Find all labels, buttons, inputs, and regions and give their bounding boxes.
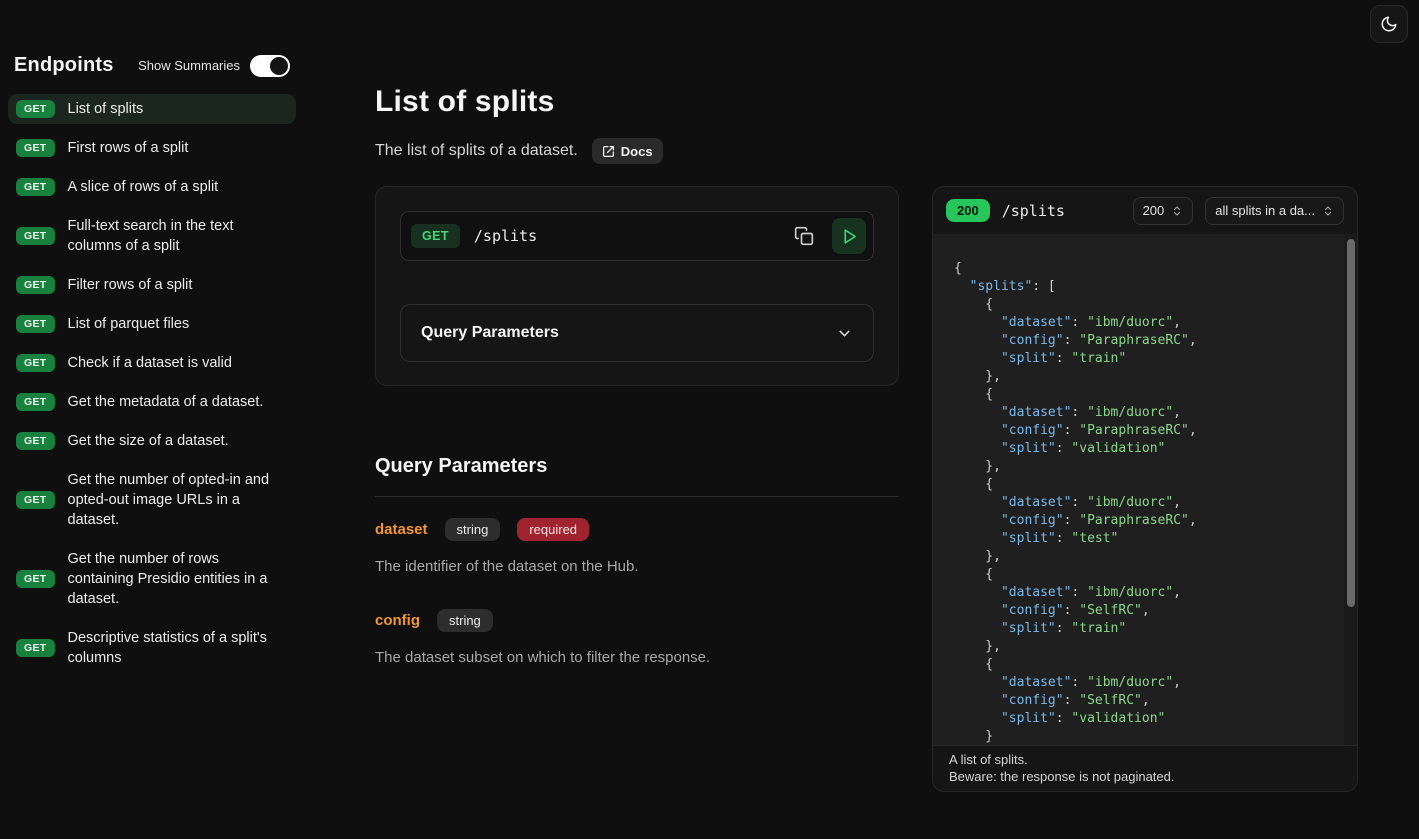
sidebar-item[interactable]: GET List of parquet files xyxy=(8,309,296,339)
docs-button[interactable]: Docs xyxy=(592,138,663,164)
sidebar-item[interactable]: GET List of splits xyxy=(8,94,296,124)
sidebar-item[interactable]: GET Get the metadata of a dataset. xyxy=(8,387,296,417)
method-badge: GET xyxy=(16,639,55,657)
param-type-badge: string xyxy=(437,609,493,632)
sidebar-item[interactable]: GET Full-text search in the text columns … xyxy=(8,211,296,261)
status-badge: 200 xyxy=(946,199,990,222)
copy-button[interactable] xyxy=(790,222,818,250)
response-path: /splits xyxy=(1002,202,1121,220)
status-code-select[interactable]: 200 xyxy=(1133,197,1194,225)
show-summaries-label: Show Summaries xyxy=(138,58,240,73)
moon-icon xyxy=(1380,15,1398,33)
chevrons-up-down-icon xyxy=(1322,205,1334,217)
sidebar-item[interactable]: GET Get the number of opted-in and opted-… xyxy=(8,465,296,535)
sidebar-item[interactable]: GET First rows of a split xyxy=(8,133,296,163)
param-name: config xyxy=(375,612,420,629)
response-header: 200 /splits 200 all splits in a da... xyxy=(933,187,1357,234)
response-json-code[interactable]: { "splits": [ { "dataset": "ibm/duorc", … xyxy=(933,234,1357,745)
sidebar-item[interactable]: GET A slice of rows of a split xyxy=(8,172,296,202)
parameter: config string The dataset subset on which … xyxy=(375,609,899,666)
param-required-badge: required xyxy=(517,518,589,541)
sidebar-item-label: Get the metadata of a dataset. xyxy=(68,392,264,412)
sidebar-item-label: Full-text search in the text columns of … xyxy=(68,216,287,256)
method-badge: GET xyxy=(16,178,55,196)
footer-line: Beware: the response is not paginated. xyxy=(949,769,1341,786)
parameter: dataset string required The identifier of t… xyxy=(375,518,899,575)
chevrons-up-down-icon xyxy=(1171,205,1183,217)
sidebar-item[interactable]: GET Get the size of a dataset. xyxy=(8,426,296,456)
sidebar-item[interactable]: GET Descriptive statistics of a split's c… xyxy=(8,623,296,673)
sidebar-item-label: Get the number of opted-in and opted-out… xyxy=(68,470,287,530)
page-description: The list of splits of a dataset. xyxy=(375,142,578,160)
sidebar-item-label: Get the size of a dataset. xyxy=(68,431,229,451)
method-badge: GET xyxy=(16,354,55,372)
sidebar-item[interactable]: GET Get the number of rows containing Pre… xyxy=(8,544,296,614)
sidebar-item-label: List of parquet files xyxy=(68,314,190,334)
sidebar-item[interactable]: GET Filter rows of a split xyxy=(8,270,296,300)
divider xyxy=(375,496,899,497)
toggle-knob xyxy=(270,57,288,75)
run-request-button[interactable] xyxy=(832,218,866,254)
query-parameters-section: Query Parameters dataset string required Th… xyxy=(375,455,899,666)
param-description: The identifier of the dataset on the Hub… xyxy=(375,558,899,575)
play-icon xyxy=(841,228,858,245)
method-badge: GET xyxy=(16,227,55,245)
show-summaries-toggle[interactable] xyxy=(250,55,290,77)
sidebar-item[interactable]: GET Check if a dataset is valid xyxy=(8,348,296,378)
response-panel: 200 /splits 200 all splits in a da... { … xyxy=(932,186,1358,792)
endpoint-list: GET List of splits GET First rows of a spli… xyxy=(8,94,296,673)
query-parameters-collapsible[interactable]: Query Parameters xyxy=(400,304,874,362)
request-path: /splits xyxy=(474,227,776,245)
section-title: Query Parameters xyxy=(375,455,899,478)
example-select[interactable]: all splits in a da... xyxy=(1205,197,1344,225)
method-badge: GET xyxy=(16,276,55,294)
method-chip: GET xyxy=(411,224,460,248)
parameter-list: dataset string required The identifier of t… xyxy=(375,518,899,666)
param-description: The dataset subset on which to filter th… xyxy=(375,649,899,666)
sidebar-item-label: First rows of a split xyxy=(68,138,189,158)
page-title: List of splits xyxy=(375,85,554,119)
sidebar-item-label: Filter rows of a split xyxy=(68,275,193,295)
method-badge: GET xyxy=(16,139,55,157)
method-badge: GET xyxy=(16,100,55,118)
footer-line: A list of splits. xyxy=(949,752,1341,769)
scrollbar-thumb[interactable] xyxy=(1347,239,1355,607)
response-footer: A list of splits. Beware: the response i… xyxy=(933,745,1357,791)
sidebar-title: Endpoints xyxy=(14,54,114,77)
copy-icon xyxy=(794,226,814,246)
method-badge: GET xyxy=(16,315,55,333)
method-badge: GET xyxy=(16,570,55,588)
sidebar-item-label: A slice of rows of a split xyxy=(68,177,219,197)
method-badge: GET xyxy=(16,432,55,450)
method-badge: GET xyxy=(16,393,55,411)
sidebar-item-label: Descriptive statistics of a split's colu… xyxy=(68,628,287,668)
sidebar-item-label: List of splits xyxy=(68,99,144,119)
endpoints-sidebar: Endpoints Show Summaries GET List of spli… xyxy=(8,54,296,673)
theme-toggle-button[interactable] xyxy=(1370,5,1408,43)
param-name: dataset xyxy=(375,521,428,538)
chevron-down-icon xyxy=(836,325,853,342)
param-type-badge: string xyxy=(445,518,501,541)
external-link-icon xyxy=(602,145,615,158)
sidebar-item-label: Check if a dataset is valid xyxy=(68,353,232,373)
sidebar-item-label: Get the number of rows containing Presid… xyxy=(68,549,287,609)
request-card: GET /splits Query Parameters xyxy=(375,186,899,386)
request-bar: GET /splits xyxy=(400,211,874,261)
method-badge: GET xyxy=(16,491,55,509)
